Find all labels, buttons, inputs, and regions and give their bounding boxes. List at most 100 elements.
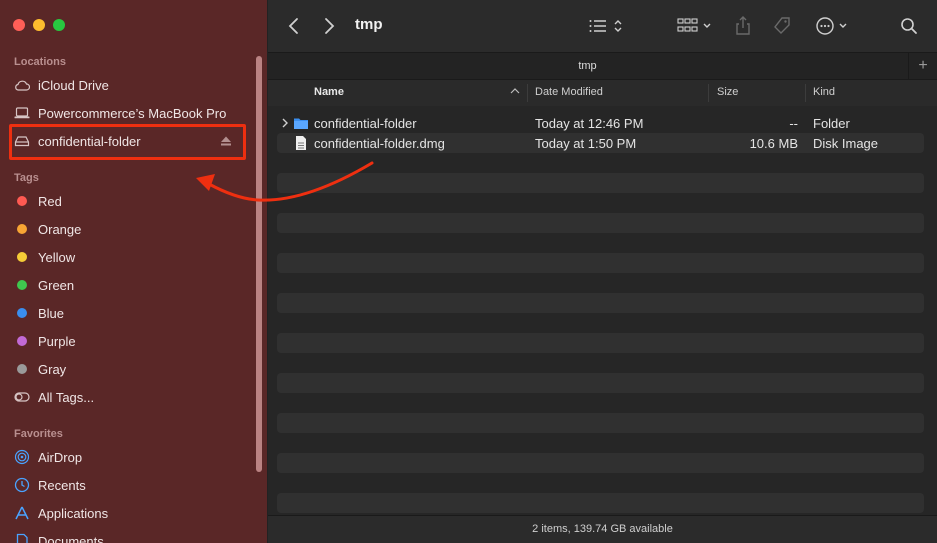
sidebar-item-icloud-drive[interactable]: iCloud Drive [14,73,109,97]
sidebar-item-documents[interactable]: Documents [14,529,104,543]
file-icon [295,135,307,154]
file-row-confidential-folder-dmg[interactable]: confidential-folder.dmg Today at 1:50 PM… [277,133,924,153]
sort-chevron-icon[interactable] [510,86,520,98]
sidebar-item-airdrop[interactable]: AirDrop [14,445,82,469]
file-size: 10.6 MB [749,136,798,151]
sidebar-item-label: All Tags... [38,389,95,405]
sidebar-item-label: confidential-folder [38,133,141,149]
more-actions-icon[interactable] [815,16,851,36]
drive-icon [14,133,30,149]
orange-tag-dot [17,224,27,234]
file-name: confidential-folder.dmg [314,136,445,151]
sidebar-item-label: AirDrop [38,449,83,465]
list-view-icon[interactable] [588,16,626,36]
sidebar-tag-blue[interactable]: Blue [14,301,64,325]
sidebar-item-label: Documents [38,533,104,543]
empty-row [277,493,924,513]
finder-window: Locations iCloud Drive Powercommerce’s M… [0,0,937,543]
column-divider[interactable] [708,84,709,102]
eject-icon[interactable] [220,134,232,146]
close-button[interactable] [13,19,25,31]
sidebar-tag-all[interactable]: All Tags... [14,385,94,409]
forward-icon[interactable] [323,16,335,36]
locations-section-title: Locations [14,56,66,68]
column-divider[interactable] [527,84,528,102]
file-date: Today at 12:46 PM [535,116,644,131]
empty-row [277,333,924,353]
tab-bar: tmp + [268,52,937,80]
column-header-name[interactable]: Name [314,86,344,98]
favorites-section-title: Favorites [14,428,63,440]
all-tags-icon [14,389,30,405]
sidebar-item-applications[interactable]: Applications [14,501,108,525]
sidebar-tag-orange[interactable]: Orange [14,217,81,241]
status-text: 2 items, 139.74 GB available [532,523,673,535]
red-tag-dot [17,196,27,206]
share-icon[interactable] [735,16,751,36]
empty-row [277,453,924,473]
file-row-confidential-folder[interactable]: confidential-folder Today at 12:46 PM --… [277,113,924,133]
sidebar-item-confidential-folder[interactable]: confidential-folder [14,129,141,153]
empty-row [277,213,924,233]
sidebar-item-label: Blue [38,305,65,321]
sidebar-tag-yellow[interactable]: Yellow [14,245,75,269]
document-icon [14,533,30,543]
gray-tag-dot [17,364,27,374]
sidebar-item-label: Applications [38,505,109,521]
empty-row [277,253,924,273]
minimize-button[interactable] [33,19,45,31]
cloud-icon [14,77,30,93]
plus-icon: + [918,57,928,74]
sidebar-item-macbook[interactable]: Powercommerce’s MacBook Pro [14,101,226,125]
file-list: confidential-folder Today at 12:46 PM --… [268,106,937,515]
empty-row [277,373,924,393]
column-divider[interactable] [805,84,806,102]
tag-icon[interactable] [772,16,792,36]
tab-tmp[interactable]: tmp [268,60,907,72]
sidebar-tag-purple[interactable]: Purple [14,329,76,353]
new-tab-button[interactable]: + [908,53,937,79]
green-tag-dot [17,280,27,290]
disclosure-chevron-icon[interactable] [281,117,289,132]
file-name: confidential-folder [314,116,417,131]
sidebar-item-label: Powercommerce’s MacBook Pro [38,105,227,121]
search-icon[interactable] [900,16,918,36]
column-header-date[interactable]: Date Modified [535,86,603,98]
sidebar-tag-red[interactable]: Red [14,189,62,213]
sidebar-tag-green[interactable]: Green [14,273,74,297]
sidebar-tag-gray[interactable]: Gray [14,357,66,381]
column-header-kind[interactable]: Kind [813,86,835,98]
back-icon[interactable] [288,16,300,36]
sidebar-item-label: Red [38,193,62,209]
zoom-button[interactable] [53,19,65,31]
column-header-row: Name Date Modified Size Kind [268,80,937,107]
sidebar-scrollbar[interactable] [256,56,262,472]
empty-row [277,413,924,433]
sidebar-item-label: iCloud Drive [38,77,109,93]
purple-tag-dot [17,336,27,346]
blue-tag-dot [17,308,27,318]
tags-section-title: Tags [14,172,39,184]
sidebar-item-label: Recents [38,477,86,493]
file-kind: Disk Image [813,136,879,151]
column-header-size[interactable]: Size [717,86,738,98]
sidebar-item-label: Orange [38,221,82,237]
empty-row [277,293,924,313]
laptop-icon [14,105,30,121]
empty-row [277,173,924,193]
group-icon[interactable] [677,16,715,36]
sidebar-item-label: Green [38,277,75,293]
folder-icon [293,116,309,133]
file-date: Today at 1:50 PM [535,136,637,151]
clock-icon [14,477,30,493]
window-controls [13,19,65,31]
airdrop-icon [14,449,30,465]
applications-icon [14,505,30,521]
file-size: -- [789,116,798,131]
sidebar-item-label: Yellow [38,249,76,265]
sidebar-item-label: Purple [38,333,76,349]
sidebar: Locations iCloud Drive Powercommerce’s M… [0,0,268,543]
sidebar-item-recents[interactable]: Recents [14,473,86,497]
status-bar: 2 items, 139.74 GB available [268,515,937,543]
window-title: tmp [355,16,383,33]
